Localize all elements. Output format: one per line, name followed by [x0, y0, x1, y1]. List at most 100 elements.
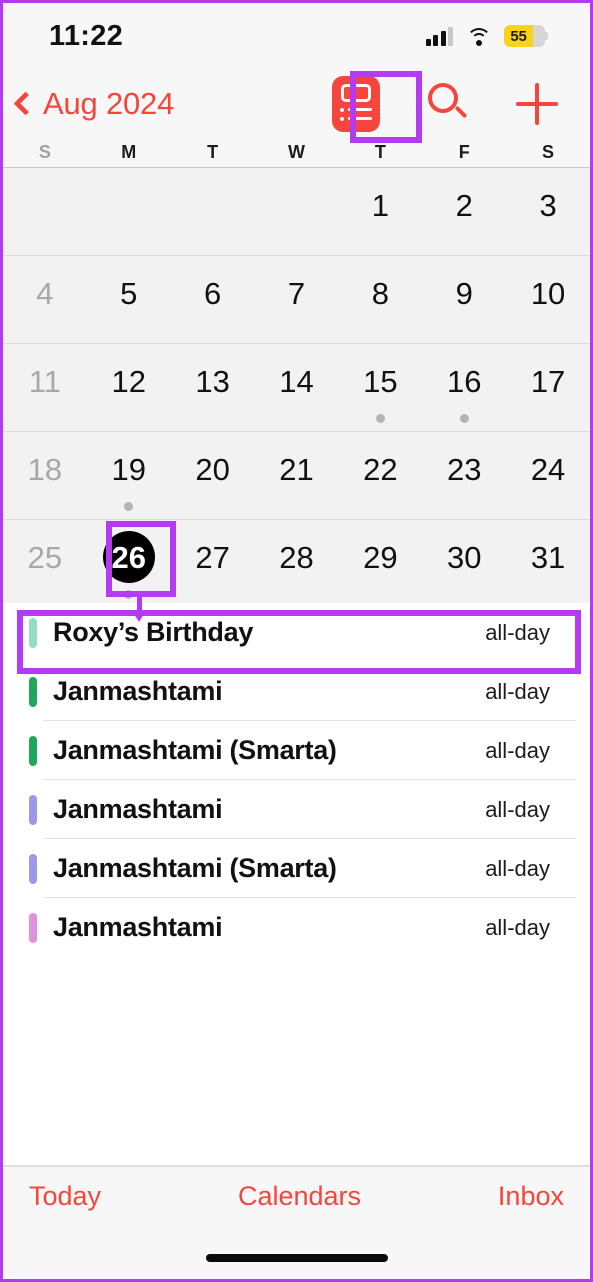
event-row[interactable]: Roxy’s Birthday all-day	[3, 603, 590, 662]
event-time-label: all-day	[485, 796, 550, 822]
event-row[interactable]: Janmashtami (Smarta) all-day	[3, 839, 590, 898]
annotation-arrow	[132, 595, 146, 622]
navigation-bar: Aug 2024	[3, 69, 590, 138]
calendar-day-24[interactable]: 24	[506, 432, 590, 519]
weekday-label-2: T	[207, 142, 219, 162]
calendar-day-6[interactable]: 6	[171, 256, 255, 343]
calendar-day-27[interactable]: 27	[171, 520, 255, 608]
calendar-day-3[interactable]: 3	[506, 168, 590, 255]
calendar-week-row: 1 2 3	[3, 168, 590, 256]
weekday-label-6: S	[542, 142, 555, 162]
weekday-header: SMTWTFS	[3, 138, 590, 168]
calendar-day-17[interactable]: 17	[506, 344, 590, 431]
list-view-toggle-icon[interactable]	[332, 75, 380, 132]
day-number: 24	[530, 451, 566, 487]
bottom-toolbar: Today Calendars Inbox	[3, 1165, 590, 1279]
calendar-day-18[interactable]: 18	[3, 432, 87, 519]
calendar-day-11[interactable]: 11	[3, 344, 87, 431]
weekday-label-0: S	[38, 142, 51, 162]
day-number: 1	[371, 187, 389, 223]
weekday-label-1: M	[121, 142, 137, 162]
calendar-grid[interactable]: 1 2 3 4 5 6 7 8 9 10 11 12 13 14 15 16 17 18 19 20 21 22 23 24 2…	[3, 168, 590, 603]
event-row[interactable]: Janmashtami all-day	[3, 898, 590, 957]
event-time-label: all-day	[485, 737, 550, 763]
event-calendar-color-bar	[29, 853, 37, 884]
calendar-day-empty	[87, 168, 171, 255]
nav-actions	[332, 75, 558, 132]
event-title: Janmashtami (Smarta)	[53, 853, 337, 883]
day-number: 18	[27, 451, 63, 487]
event-indicator-dot	[124, 590, 134, 599]
event-title: Janmashtami	[53, 676, 223, 706]
event-calendar-color-bar	[29, 912, 37, 943]
event-time-label: all-day	[485, 678, 550, 704]
day-number: 3	[539, 187, 557, 223]
today-button[interactable]: Today	[29, 1181, 101, 1212]
calendar-day-4[interactable]: 4	[3, 256, 87, 343]
day-number: 20	[195, 451, 230, 487]
calendar-day-20[interactable]: 20	[171, 432, 255, 519]
calendar-day-5[interactable]: 5	[87, 256, 171, 343]
day-number: 26	[102, 531, 155, 583]
calendar-day-12[interactable]: 12	[87, 344, 171, 431]
status-bar: 11:22 55	[3, 3, 590, 69]
calendar-day-26[interactable]: 26	[87, 520, 171, 608]
event-row[interactable]: Janmashtami all-day	[3, 780, 590, 839]
day-number: 25	[27, 539, 63, 575]
calendar-day-8[interactable]: 8	[338, 256, 422, 343]
event-indicator-dot	[459, 414, 469, 423]
event-time-label: all-day	[485, 914, 550, 940]
day-number	[187, 179, 239, 231]
calendar-day-30[interactable]: 30	[422, 520, 506, 608]
calendar-day-1[interactable]: 1	[338, 168, 422, 255]
event-row[interactable]: Janmashtami all-day	[3, 662, 590, 721]
calendar-week-row: 18 19 20 21 22 23 24	[3, 432, 590, 520]
day-number: 27	[195, 539, 230, 575]
day-number: 21	[279, 451, 314, 487]
calendar-day-22[interactable]: 22	[338, 432, 422, 519]
event-row[interactable]: Janmashtami (Smarta) all-day	[3, 721, 590, 780]
event-calendar-color-bar	[29, 735, 37, 766]
day-number: 7	[287, 275, 306, 311]
day-number: 19	[111, 451, 146, 487]
day-number: 9	[455, 275, 473, 311]
event-title: Janmashtami	[53, 912, 223, 942]
calendar-day-16[interactable]: 16	[422, 344, 506, 431]
calendar-day-19[interactable]: 19	[87, 432, 171, 519]
day-number: 22	[363, 451, 398, 487]
back-to-year-button[interactable]: Aug 2024	[13, 86, 174, 122]
calendar-day-28[interactable]: 28	[255, 520, 339, 608]
calendar-day-15[interactable]: 15	[338, 344, 422, 431]
cellular-signal-icon	[425, 26, 453, 46]
calendar-week-row: 4 5 6 7 8 9 10	[3, 256, 590, 344]
event-calendar-color-bar	[29, 794, 37, 825]
chevron-left-icon	[13, 91, 38, 116]
calendar-day-10[interactable]: 10	[506, 256, 590, 343]
calendar-day-23[interactable]: 23	[422, 432, 506, 519]
day-number: 5	[120, 275, 138, 311]
calendar-day-2[interactable]: 2	[422, 168, 506, 255]
calendar-day-7[interactable]: 7	[255, 256, 339, 343]
plus-icon[interactable]	[516, 82, 558, 125]
calendars-button[interactable]: Calendars	[238, 1181, 361, 1212]
day-number: 4	[36, 275, 54, 311]
day-number: 12	[111, 363, 146, 399]
day-number: 10	[530, 275, 566, 311]
calendar-day-13[interactable]: 13	[171, 344, 255, 431]
day-number: 31	[530, 539, 566, 575]
calendar-day-25[interactable]: 25	[3, 520, 87, 608]
day-number: 23	[446, 451, 482, 487]
inbox-button[interactable]: Inbox	[498, 1181, 564, 1212]
calendar-day-21[interactable]: 21	[255, 432, 339, 519]
calendar-day-9[interactable]: 9	[422, 256, 506, 343]
calendar-week-row: 11 12 13 14 15 16 17	[3, 344, 590, 432]
weekday-label-3: W	[287, 142, 305, 162]
search-icon[interactable]	[426, 82, 470, 126]
calendar-day-29[interactable]: 29	[338, 520, 422, 608]
home-indicator[interactable]	[205, 1254, 388, 1262]
status-indicators: 55	[425, 25, 548, 47]
calendar-day-14[interactable]: 14	[255, 344, 339, 431]
battery-icon: 55	[504, 25, 548, 47]
weekday-label-5: F	[458, 142, 470, 162]
calendar-day-31[interactable]: 31	[506, 520, 590, 608]
